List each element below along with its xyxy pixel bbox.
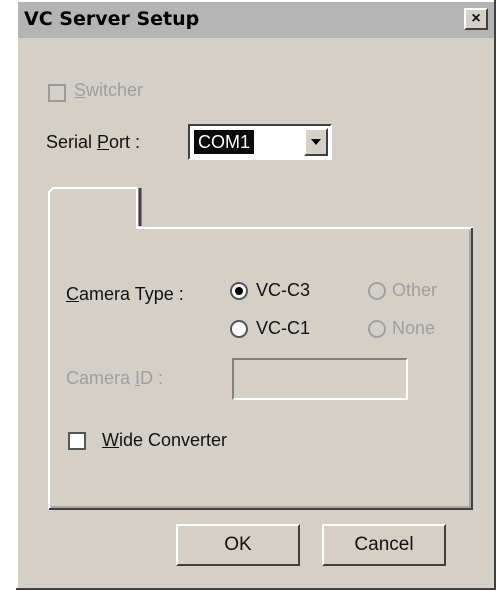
radio-none-label: None [392, 318, 436, 338]
camera-tab-panel [48, 170, 474, 510]
radio-other-label: Other [392, 280, 438, 300]
serial-port-select[interactable]: COM1 [188, 124, 332, 160]
camera-id-label: Camera ID : [66, 368, 164, 388]
cancel-button[interactable]: Cancel [322, 524, 446, 566]
title-bar: VC Server Setup × [18, 2, 494, 38]
close-icon[interactable]: × [464, 8, 488, 30]
radio-vc-c3-label: VC-C3 [256, 280, 311, 300]
radio-other[interactable] [368, 282, 386, 300]
camera-type-label: Camera Type : [66, 284, 184, 304]
wide-converter-label: Wide Converter [102, 430, 228, 450]
dropdown-arrow-icon[interactable] [304, 128, 328, 156]
setup-dialog: VC Server Setup × Switcher Serial Port :… [16, 0, 496, 590]
radio-selected-dot [235, 287, 243, 295]
radio-none[interactable] [368, 320, 386, 338]
tab-frame [48, 187, 473, 510]
radio-vc-c1[interactable] [230, 320, 248, 338]
radio-vc-c1-label: VC-C1 [256, 318, 311, 338]
ok-button[interactable]: OK [176, 524, 300, 566]
close-glyph: × [471, 10, 481, 27]
window-title: VC Server Setup [24, 8, 200, 30]
switcher-label: Switcher [74, 80, 144, 100]
wide-converter-checkbox[interactable] [68, 432, 86, 450]
serial-port-label: Serial Port : [46, 132, 141, 152]
serial-port-value: COM1 [194, 130, 255, 154]
switcher-checkbox[interactable] [48, 84, 66, 102]
radio-vc-c3[interactable] [230, 282, 248, 300]
camera-id-input[interactable] [232, 358, 408, 400]
